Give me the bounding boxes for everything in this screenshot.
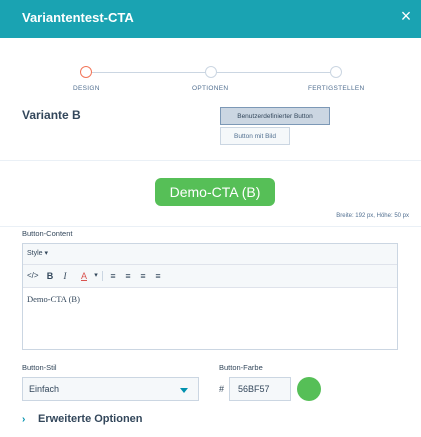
step-optionen-indicator[interactable] [205, 66, 217, 78]
button-content-label: Button-Content [22, 229, 73, 238]
chevron-right-icon: › [22, 414, 26, 425]
step-optionen-label: OPTIONEN [192, 85, 229, 92]
align-center-icon[interactable]: ≡ [123, 269, 133, 283]
modal-title: Variantentest-CTA [22, 10, 134, 25]
custom-button-option[interactable]: Benutzerdefinierter Button [220, 107, 330, 125]
advanced-options-label: Erweiterte Optionen [38, 413, 143, 425]
rich-text-editor[interactable]: Style ▾ </> B I A ▾ ≡ ≡ ≡ ≡ Demo-CTA (B) [22, 243, 398, 350]
button-color-input[interactable]: 56BF57 [229, 377, 291, 401]
step-fertigstellen-label: FERTIGSTELLEN [308, 85, 365, 92]
align-left-icon[interactable]: ≡ [108, 269, 118, 283]
hash-symbol: # [219, 384, 225, 394]
button-color-value: 56BF57 [238, 384, 270, 394]
cta-preview-button[interactable]: Demo-CTA (B) [155, 178, 275, 206]
cta-dimensions: Breite: 192 px, Höhe: 50 px [336, 213, 409, 219]
step-fertigstellen-indicator[interactable] [330, 66, 342, 78]
close-icon[interactable]: × [395, 5, 417, 27]
justify-icon[interactable]: ≡ [153, 269, 163, 283]
step-progress: DESIGN OPTIONEN FERTIGSTELLEN [0, 60, 421, 100]
style-dropdown[interactable]: Style ▾ [27, 249, 48, 257]
bold-icon[interactable]: B [45, 269, 55, 283]
source-code-icon[interactable]: </> [27, 269, 39, 283]
step-connector [91, 72, 207, 73]
step-design-indicator[interactable] [80, 66, 92, 78]
button-style-select[interactable]: Einfach [22, 377, 199, 401]
align-right-icon[interactable]: ≡ [138, 269, 148, 283]
italic-icon[interactable]: I [60, 269, 70, 283]
editor-toolbar: </> B I A ▾ ≡ ≡ ≡ ≡ [23, 265, 397, 288]
modal-header: Variantentest-CTA × [0, 0, 421, 38]
divider [0, 160, 421, 161]
text-color-icon[interactable]: A [79, 269, 89, 283]
step-design-label: DESIGN [73, 85, 100, 92]
color-swatch[interactable] [297, 377, 321, 401]
divider [0, 226, 421, 227]
dropdown-caret-icon [180, 388, 188, 393]
image-button-option[interactable]: Button mit Bild [220, 127, 290, 145]
button-style-value: Einfach [29, 384, 60, 394]
button-color-label: Button-Farbe [219, 363, 263, 372]
editor-content[interactable]: Demo-CTA (B) [27, 294, 80, 304]
editor-toolbar-style-row: Style ▾ [23, 244, 397, 265]
button-style-label: Button-Stil [22, 363, 57, 372]
toolbar-separator [102, 271, 103, 281]
variant-title: Variante B [22, 108, 81, 122]
text-color-caret-icon[interactable]: ▾ [91, 269, 101, 283]
step-connector [216, 72, 332, 73]
